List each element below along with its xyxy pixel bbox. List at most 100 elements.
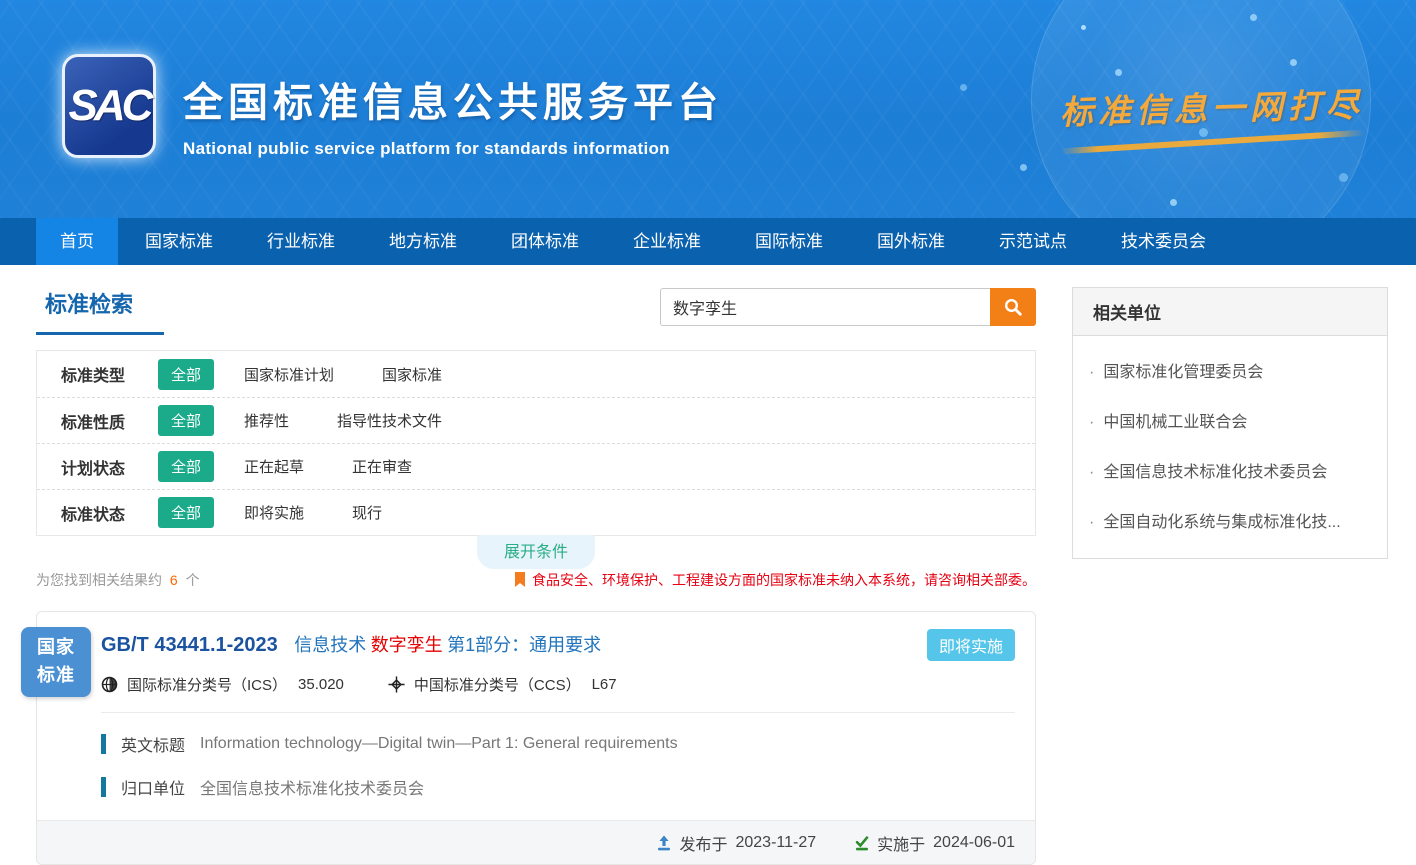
bullet: ·: [1089, 464, 1094, 481]
result-meta-line: 国际标准分类号（ICS） 35.020 中国标准分类号（CCS） L67: [101, 674, 1015, 695]
header-slogan: 标准信息一网打尽: [1059, 78, 1365, 149]
summary-row: 为您找到相关结果约 6 个 食品安全、环境保护、工程建设方面的国家标准未纳入本系…: [36, 570, 1036, 590]
site-title: 全国标准信息公共服务平台: [183, 70, 723, 128]
bookmark-icon: [514, 572, 526, 588]
filter-option[interactable]: 国家标准计划: [244, 364, 334, 385]
main-nav: 首页 国家标准 行业标准 地方标准 团体标准 企业标准 国际标准 国外标准 示范…: [0, 218, 1416, 265]
title-underline-decor: [36, 332, 164, 335]
related-units-panel: 相关单位 · 国家标准化管理委员会 · 中国机械工业联合会 · 全国信息技术标准化技术…: [1072, 287, 1388, 559]
page-title: 标准检索: [36, 287, 164, 319]
related-unit-label: 全国自动化系统与集成标准化技...: [1103, 514, 1340, 531]
results-summary: 为您找到相关结果约 6 个: [36, 570, 200, 590]
related-unit-link[interactable]: · 国家标准化管理委员会: [1073, 345, 1387, 395]
filter-label: 标准性质: [61, 409, 158, 433]
nav-item-enterprise-standards[interactable]: 企业标准: [606, 218, 728, 265]
type-badge-line2: 标准: [37, 662, 75, 690]
related-unit-label: 中国机械工业联合会: [1103, 414, 1247, 431]
result-card-footer: 发布于 2023-11-27 实施于 2024-06-01: [37, 820, 1035, 864]
ics-meta: 国际标准分类号（ICS） 35.020: [101, 674, 344, 695]
filter-row-standard-nature: 标准性质 全部 推荐性 指导性技术文件: [37, 397, 1035, 443]
filter-all-button[interactable]: 全部: [158, 359, 214, 390]
filter-all-button[interactable]: 全部: [158, 405, 214, 436]
nav-item-pilot[interactable]: 示范试点: [972, 218, 1094, 265]
expand-conditions-button[interactable]: 展开条件: [477, 535, 595, 569]
standard-title-part1[interactable]: 信息技术: [294, 635, 366, 655]
compass-icon: [388, 676, 405, 693]
filter-row-plan-status: 计划状态 全部 正在起草 正在审查: [37, 443, 1035, 489]
nav-item-local-standards[interactable]: 地方标准: [362, 218, 484, 265]
implement-date: 2024-06-01: [933, 834, 1015, 852]
expand-wrap: 展开条件: [36, 536, 1036, 563]
search-button[interactable]: [990, 288, 1036, 326]
field-row-english-title: 英文标题 Information technology—Digital twin…: [101, 732, 1015, 756]
publish-upload-icon: [656, 835, 672, 851]
ics-label: 国际标准分类号（ICS）: [127, 674, 287, 695]
filter-option[interactable]: 推荐性: [244, 410, 289, 431]
field-value: 全国信息技术标准化技术委员会: [200, 775, 424, 799]
standard-type-badge: 国家 标准: [21, 627, 91, 697]
result-card: 国家 标准 GB/T 43441.1-2023 信息技术 数字孪生 第1部分：通…: [36, 611, 1036, 865]
related-unit-link[interactable]: · 全国信息技术标准化技术委员会: [1073, 445, 1387, 495]
filter-option[interactable]: 指导性技术文件: [337, 410, 442, 431]
related-unit-link[interactable]: · 中国机械工业联合会: [1073, 395, 1387, 445]
ccs-meta: 中国标准分类号（CCS） L67: [388, 674, 617, 695]
filter-label: 标准类型: [61, 362, 158, 386]
result-title-line: GB/T 43441.1-2023 信息技术 数字孪生 第1部分：通用要求 即将…: [101, 631, 1015, 657]
nav-item-national-standards[interactable]: 国家标准: [118, 218, 240, 265]
filter-label: 标准状态: [61, 501, 158, 525]
ics-value: 35.020: [298, 676, 344, 693]
nav-item-industry-standards[interactable]: 行业标准: [240, 218, 362, 265]
nav-item-group-standards[interactable]: 团体标准: [484, 218, 606, 265]
publish-date-item: 发布于 2023-11-27: [656, 831, 816, 855]
related-unit-label: 全国信息技术标准化技术委员会: [1103, 464, 1327, 481]
filter-option[interactable]: 即将实施: [244, 502, 304, 523]
implement-label: 实施于: [877, 831, 925, 855]
status-badge: 即将实施: [927, 629, 1015, 661]
type-badge-line1: 国家: [37, 634, 75, 662]
filter-label: 计划状态: [61, 455, 158, 479]
results-count: 6: [170, 572, 178, 588]
field-bar-decor: [101, 734, 106, 754]
field-row-committee: 归口单位 全国信息技术标准化技术委员会: [101, 775, 1015, 799]
filter-row-standard-status: 标准状态 全部 即将实施 现行: [37, 489, 1035, 535]
nav-item-home[interactable]: 首页: [36, 218, 118, 265]
bullet: ·: [1089, 364, 1094, 381]
sac-logo-text: SAC: [69, 81, 150, 131]
standard-title-part2[interactable]: 第1部分：通用要求: [447, 635, 601, 655]
filter-option[interactable]: 正在审查: [352, 456, 412, 477]
results-summary-prefix: 为您找到相关结果约: [36, 572, 162, 588]
filter-option[interactable]: 正在起草: [244, 456, 304, 477]
header-slogan-text: 标准信息一网打尽: [1059, 86, 1364, 131]
sac-logo[interactable]: SAC: [62, 54, 156, 158]
related-units-title: 相关单位: [1073, 288, 1387, 336]
filter-option[interactable]: 现行: [352, 502, 382, 523]
field-bar-decor: [101, 777, 106, 797]
standard-code-link[interactable]: GB/T 43441.1-2023: [101, 634, 278, 656]
implement-check-icon: [854, 835, 870, 851]
nav-item-foreign-standards[interactable]: 国外标准: [850, 218, 972, 265]
standard-title-highlight[interactable]: 数字孪生: [371, 635, 443, 655]
publish-label: 发布于: [679, 831, 727, 855]
ccs-label: 中国标准分类号（CCS）: [414, 674, 581, 695]
card-divider: [101, 712, 1015, 713]
search-row: 标准检索: [36, 287, 1036, 335]
filter-all-button[interactable]: 全部: [158, 497, 214, 528]
filter-box: 标准类型 全部 国家标准计划 国家标准 标准性质 全部 推荐性 指导性技术文件 …: [36, 350, 1036, 536]
filter-all-button[interactable]: 全部: [158, 451, 214, 482]
main-column: 标准检索 标准类型 全部: [36, 287, 1036, 865]
glow-dots-decor: [1081, 25, 1086, 30]
search-input[interactable]: [660, 288, 990, 326]
globe-icon: [101, 676, 118, 693]
related-unit-link[interactable]: · 全国自动化系统与集成标准化技...: [1073, 495, 1387, 545]
bullet: ·: [1089, 514, 1094, 531]
bullet: ·: [1089, 414, 1094, 431]
related-unit-label: 国家标准化管理委员会: [1103, 364, 1263, 381]
page: SAC 全国标准信息公共服务平台 National public service…: [0, 0, 1416, 845]
nav-item-international-standards[interactable]: 国际标准: [728, 218, 850, 265]
notice-text: 食品安全、环境保护、工程建设方面的国家标准未纳入本系统，请咨询相关部委。: [532, 570, 1036, 590]
section-title-wrap: 标准检索: [36, 287, 164, 335]
related-units-list: · 国家标准化管理委员会 · 中国机械工业联合会 · 全国信息技术标准化技术委员会 ·…: [1073, 336, 1387, 558]
filter-option[interactable]: 国家标准: [382, 364, 442, 385]
result-card-body: GB/T 43441.1-2023 信息技术 数字孪生 第1部分：通用要求 即将…: [37, 612, 1035, 695]
nav-item-technical-committee[interactable]: 技术委员会: [1094, 218, 1233, 265]
